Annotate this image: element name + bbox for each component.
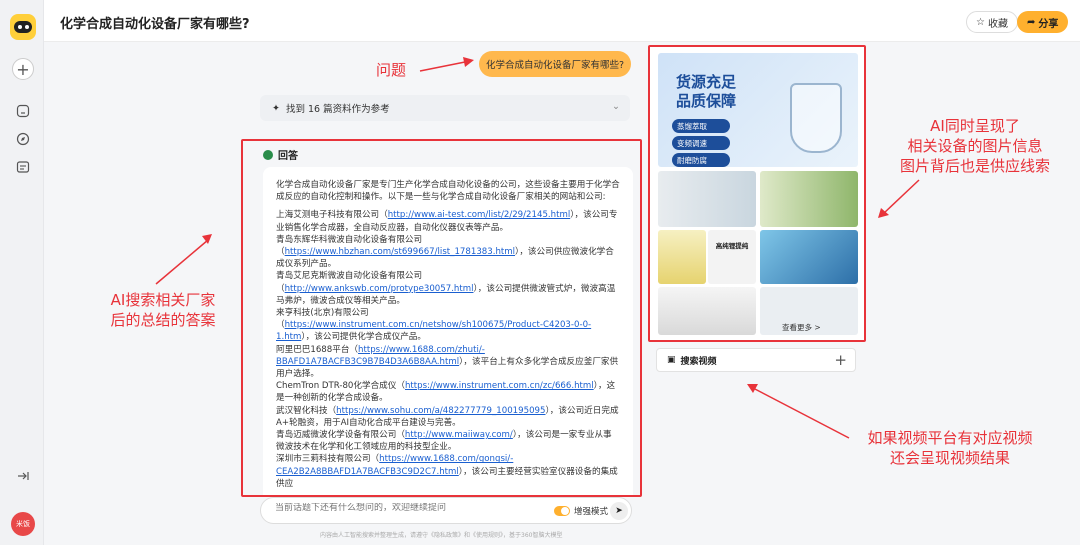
star-icon: ☆ [976, 16, 985, 28]
annotation-arrow-images [878, 179, 920, 218]
company-entry: 阿里巴巴1688平台（https://www.1688.com/zhuti/-B… [276, 344, 620, 381]
annotation-question: 问题 [376, 61, 407, 79]
company-entry: 深圳市三莉科技有限公司（https://www.1688.com/gongsi/… [276, 453, 620, 490]
reactor-flask-icon [790, 83, 842, 153]
search-video-label: 搜索视频 [680, 356, 717, 367]
company-link[interactable]: http://www.ai-test.com/list/2/29/2145.ht… [388, 210, 570, 220]
annotation-images: AI同时呈现了 相关设备的图片信息 图片背后也是供应线索 [899, 117, 1050, 175]
collapse-sidebar-icon[interactable] [12, 465, 34, 487]
sparkle-icon: ✦ [272, 102, 280, 114]
references-label: 找到 16 篇资料作为参考 [285, 104, 390, 115]
image-result-thumb[interactable] [658, 171, 756, 227]
company-entry: ChemTron DTR-80化学合成仪（https://www.instrum… [276, 380, 620, 404]
compass-icon[interactable] [12, 128, 34, 150]
references-bar[interactable]: ✦ 找到 16 篇资料作为参考 ⌄ [260, 95, 630, 121]
send-button[interactable]: ➤ [610, 502, 628, 520]
home-icon[interactable] [12, 100, 34, 122]
image-result-thumb[interactable] [658, 230, 706, 284]
company-name: 武汉智化科技（ [276, 405, 337, 416]
favorite-label: 收藏 [987, 18, 1008, 30]
new-chat-button[interactable]: + [12, 58, 34, 80]
company-entry: 青岛艾尼克斯微波自动化设备有限公司（http://www.ankswb.com/… [276, 270, 620, 307]
company-list: 上海艾测电子科技有限公司（http://www.ai-test.com/list… [276, 209, 620, 490]
share-button[interactable]: ➦ 分享 [1017, 11, 1069, 33]
image-result-thumb[interactable] [760, 171, 858, 227]
image-badge: 变频调速 [672, 136, 730, 150]
image-result-thumb[interactable]: 高纯锂提纯 [708, 230, 756, 284]
company-name: 阿里巴巴1688平台（ [276, 344, 359, 355]
company-link[interactable]: https://www.sohu.com/a/482277779_1001950… [336, 406, 545, 416]
company-name: 深圳市三莉科技有限公司（ [276, 454, 380, 465]
image-badge: 蒸馏萃取 [672, 119, 730, 133]
followup-input-bar: 增强模式 ➤ [260, 497, 632, 524]
company-link[interactable]: https://www.hbzhan.com/st699667/list_178… [285, 247, 515, 257]
footer-disclaimer: 内容由人工智能搜索并整理生成，请遵守《隐私政策》和《使用规则》，基于360智脑大… [320, 532, 563, 539]
company-link[interactable]: http://www.ankswb.com/protype30057.html [285, 284, 474, 294]
company-entry: 武汉智化科技（https://www.sohu.com/a/482277779_… [276, 405, 620, 429]
annotation-answer: AI搜索相关厂家 后的总结的答案 [110, 291, 216, 329]
favorite-button[interactable]: ☆ 收藏 [966, 11, 1018, 33]
enhanced-mode-label: 增强模式 [574, 507, 609, 517]
answer-intro: 化学合成自动化设备厂家是专门生产化学合成自动化设备的公司，这些设备主要用于化学合… [276, 180, 620, 203]
annotation-arrow-video [747, 384, 850, 439]
company-entry: 来亨科技(北京)有限公司（https://www.instrument.com.… [276, 307, 620, 344]
annotation-arrow-question [419, 57, 474, 72]
image-thumb-caption: 高纯锂提纯 [715, 242, 749, 250]
sidebar: + 米饭 [0, 0, 44, 545]
share-icon: ➦ [1027, 16, 1036, 28]
company-entry: 青岛东辉华科微波自动化设备有限公司（https://www.hbzhan.com… [276, 234, 620, 271]
enhanced-mode-toggle[interactable] [554, 506, 570, 516]
image-badge: 耐磨防腐 [672, 153, 730, 167]
company-link[interactable]: https://www.instrument.com.cn/zc/666.htm… [405, 381, 594, 391]
image-result-thumb[interactable] [658, 287, 756, 335]
followup-input[interactable] [275, 503, 545, 513]
image-main-text-1: 货源充足 [676, 73, 737, 91]
company-name: ChemTron DTR-80化学合成仪（ [276, 381, 405, 392]
plus-icon[interactable]: + [834, 351, 847, 369]
company-entry: 上海艾测电子科技有限公司（http://www.ai-test.com/list… [276, 209, 620, 233]
question-bubble: 化学合成自动化设备厂家有哪些? [479, 51, 631, 77]
image-result-thumb[interactable] [760, 230, 858, 284]
video-icon: ▣ [667, 355, 676, 365]
annotation-arrow-answer [155, 234, 212, 285]
annotation-video: 如果视频平台有对应视频 还会呈现视频结果 [867, 429, 1033, 467]
answer-icon [263, 149, 273, 160]
view-more-link[interactable]: 查看更多 > [782, 322, 821, 333]
page-title: 化学合成自动化设备厂家有哪些? [60, 17, 250, 32]
company-entry: 青岛迈威微波化学设备有限公司（http://www.maiiway.com/），… [276, 429, 620, 453]
company-name: 青岛迈威微波化学设备有限公司（ [276, 430, 405, 441]
company-name: 上海艾测电子科技有限公司（ [276, 210, 388, 221]
company-link[interactable]: http://www.maiiway.com/ [405, 430, 513, 440]
image-results-panel: 货源充足 品质保障 蒸馏萃取 变频调速 耐磨防腐 高纯锂提纯 查看更多 > [648, 45, 866, 342]
answer-card: 化学合成自动化设备厂家是专门生产化学合成自动化设备的公司，这些设备主要用于化学合… [263, 167, 633, 495]
answer-heading-label: 回答 [278, 151, 298, 162]
chevron-down-icon: ⌄ [612, 101, 620, 112]
search-video-bar[interactable]: ▣ 搜索视频 + [656, 348, 856, 372]
share-label: 分享 [1038, 18, 1059, 30]
company-description: ），该公司提供化学合成仪产品。 [301, 332, 426, 343]
avatar[interactable]: 米饭 [11, 512, 35, 536]
topbar: 化学合成自动化设备厂家有哪些? ☆ 收藏 ➦ 分享 [44, 0, 1080, 42]
image-main-text-2: 品质保障 [676, 92, 737, 110]
history-icon[interactable] [12, 156, 34, 178]
answer-heading: 回答 [263, 147, 298, 162]
answer-section: 回答 化学合成自动化设备厂家是专门生产化学合成自动化设备的公司，这些设备主要用于… [241, 139, 642, 497]
app-logo-icon[interactable] [10, 14, 36, 40]
image-result-main[interactable]: 货源充足 品质保障 蒸馏萃取 变频调速 耐磨防腐 [658, 53, 858, 167]
